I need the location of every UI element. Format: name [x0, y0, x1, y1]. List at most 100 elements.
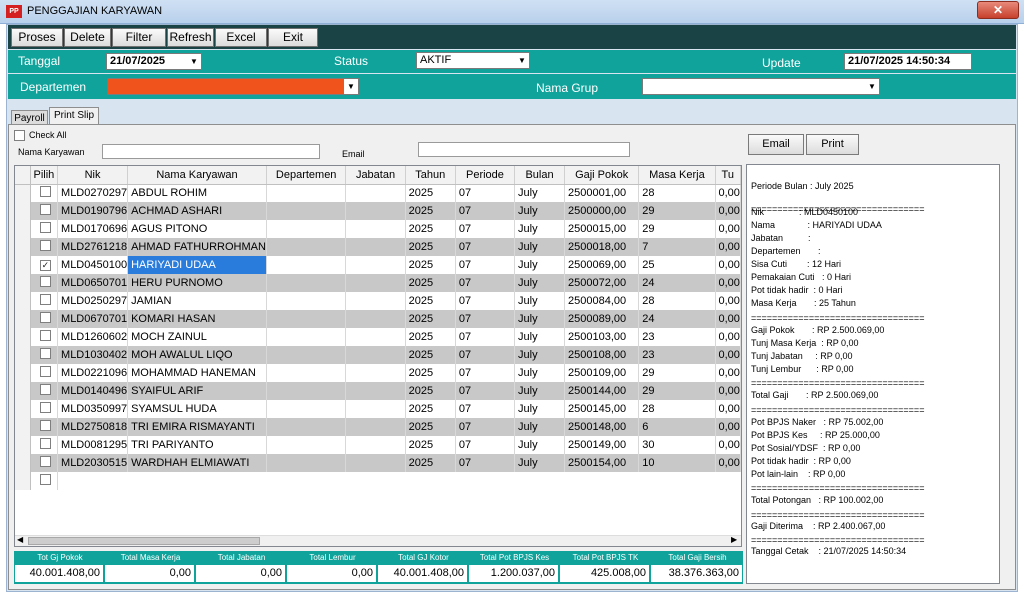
table-row[interactable]: MLD2761218 AHMAD FATHURROHMAN 2025 07 July 25… [15, 238, 741, 256]
tahun-cell[interactable]: 2025 [405, 436, 456, 454]
refresh-button[interactable]: Refresh [167, 28, 214, 47]
jabatan-cell[interactable] [345, 220, 406, 238]
masa-kerja-cell[interactable]: 24 [638, 274, 716, 292]
email-field[interactable] [418, 142, 630, 157]
masa-kerja-cell[interactable]: 28 [638, 400, 716, 418]
row-checkbox[interactable]: ✓ [39, 260, 51, 271]
tunj-cell[interactable]: 0,00 [715, 310, 741, 328]
row-checkbox[interactable] [39, 474, 51, 485]
row-indicator[interactable] [15, 292, 31, 310]
column-header-masa-kerja[interactable]: Masa Kerja [638, 166, 716, 185]
tunj-cell[interactable]: 0,00 [715, 346, 741, 364]
nik-cell[interactable]: MLD0350997 [57, 400, 129, 418]
masa-kerja-cell[interactable]: 30 [638, 436, 716, 454]
table-row[interactable]: MLD0081295 TRI PARIYANTO 2025 07 July 2500149… [15, 436, 741, 454]
jabatan-cell[interactable] [345, 400, 406, 418]
row-checkbox[interactable] [39, 420, 51, 431]
departemen-cell[interactable] [266, 292, 347, 310]
jabatan-cell[interactable] [345, 274, 406, 292]
nama-cell[interactable]: JAMIAN [127, 292, 267, 310]
row-indicator[interactable] [15, 382, 31, 400]
row-checkbox[interactable] [39, 240, 51, 251]
gaji-pokok-cell[interactable]: 2500154,00 [564, 454, 640, 472]
masa-kerja-cell[interactable]: 7 [638, 238, 716, 256]
periode-cell[interactable]: 07 [455, 238, 516, 256]
nik-cell[interactable]: MLD0221096 [57, 364, 129, 382]
nama-cell[interactable]: AGUS PITONO [127, 220, 267, 238]
row-indicator[interactable] [15, 400, 31, 418]
row-indicator[interactable] [15, 418, 31, 436]
tahun-cell[interactable]: 2025 [405, 310, 456, 328]
periode-cell[interactable]: 07 [455, 274, 516, 292]
departemen-cell[interactable] [266, 436, 347, 454]
table-row[interactable]: MLD0221096 MOHAMMAD HANEMAN 2025 07 July 2500… [15, 364, 741, 382]
jabatan-cell[interactable] [345, 256, 406, 274]
tahun-cell[interactable]: 2025 [405, 220, 456, 238]
update-field[interactable]: 21/07/2025 14:50:34 [844, 53, 972, 70]
nik-cell[interactable]: MLD1260602 [57, 328, 129, 346]
tahun-cell[interactable]: 2025 [405, 274, 456, 292]
table-row[interactable]: MLD0670701 KOMARI HASAN 2025 07 July 2500089,… [15, 310, 741, 328]
periode-cell[interactable]: 07 [455, 310, 516, 328]
tunj-cell[interactable]: 0,00 [715, 454, 741, 472]
tunj-cell[interactable]: 0,00 [715, 436, 741, 454]
jabatan-cell[interactable] [345, 238, 406, 256]
bulan-cell[interactable]: July [514, 454, 566, 472]
masa-kerja-cell[interactable]: 10 [638, 454, 716, 472]
bulan-cell[interactable]: July [514, 202, 566, 220]
close-window-button[interactable]: ✕ [977, 1, 1019, 19]
scroll-left-icon[interactable]: ◀ [17, 535, 23, 544]
departemen-cell[interactable] [266, 454, 347, 472]
jabatan-cell[interactable] [345, 346, 406, 364]
departemen-cell[interactable] [266, 202, 347, 220]
tahun-cell[interactable]: 2025 [405, 346, 456, 364]
row-indicator[interactable] [15, 184, 31, 202]
row-indicator[interactable] [15, 310, 31, 328]
tanggal-date-picker[interactable]: 21/07/2025 ▼ [106, 53, 202, 70]
periode-cell[interactable]: 07 [455, 184, 516, 202]
departemen-cell[interactable] [266, 418, 347, 436]
row-checkbox[interactable] [39, 438, 51, 449]
departemen-cell[interactable] [266, 382, 347, 400]
gaji-pokok-cell[interactable]: 2500000,00 [564, 202, 640, 220]
gaji-pokok-cell[interactable]: 2500145,00 [564, 400, 640, 418]
table-row[interactable]: MLD0170696 AGUS PITONO 2025 07 July 2500015,0… [15, 220, 741, 238]
nama-karyawan-field[interactable] [102, 144, 320, 159]
nik-cell[interactable]: MLD1030402 [57, 346, 129, 364]
column-header-nama-karyawan[interactable]: Nama Karyawan [127, 166, 267, 185]
gaji-pokok-cell[interactable]: 2500148,00 [564, 418, 640, 436]
tunj-cell[interactable]: 0,00 [715, 256, 741, 274]
delete-button[interactable]: Delete [64, 28, 111, 47]
row-checkbox[interactable] [39, 402, 51, 413]
tahun-cell[interactable]: 2025 [405, 292, 456, 310]
column-header-jabatan[interactable]: Jabatan [345, 166, 406, 185]
jabatan-cell[interactable] [345, 454, 406, 472]
row-checkbox[interactable] [39, 204, 51, 215]
tunj-cell[interactable]: 0,00 [715, 364, 741, 382]
table-row[interactable]: MLD0140496 SYAIFUL ARIF 2025 07 July 2500144,… [15, 382, 741, 400]
departemen-cell[interactable] [266, 400, 347, 418]
nama-cell[interactable]: HERU PURNOMO [127, 274, 267, 292]
departemen-cell[interactable] [266, 184, 347, 202]
bulan-cell[interactable]: July [514, 256, 566, 274]
nama-cell[interactable]: SYAMSUL HUDA [127, 400, 267, 418]
tunj-cell[interactable]: 0,00 [715, 328, 741, 346]
nama-cell[interactable]: HARIYADI UDAA [127, 256, 267, 274]
tunj-cell[interactable]: 0,00 [715, 220, 741, 238]
filter-button[interactable]: Filter [112, 28, 166, 47]
nama-cell[interactable]: MOHAMMAD HANEMAN [127, 364, 267, 382]
tunj-cell[interactable]: 0,00 [715, 274, 741, 292]
periode-cell[interactable]: 07 [455, 418, 516, 436]
table-row[interactable]: MLD0350997 SYAMSUL HUDA 2025 07 July 2500145,… [15, 400, 741, 418]
column-header-bulan[interactable]: Bulan [514, 166, 566, 185]
tahun-cell[interactable]: 2025 [405, 400, 456, 418]
table-row[interactable]: MLD0650701 HERU PURNOMO 2025 07 July 2500072,… [15, 274, 741, 292]
employee-grid[interactable]: Pilih Nik Nama Karyawan Departemen Jabat… [14, 165, 742, 547]
bulan-cell[interactable]: July [514, 292, 566, 310]
nama-cell[interactable]: ACHMAD ASHARI [127, 202, 267, 220]
gaji-pokok-cell[interactable]: 2500069,00 [564, 256, 640, 274]
bulan-cell[interactable]: July [514, 220, 566, 238]
row-checkbox[interactable] [39, 186, 51, 198]
gaji-pokok-cell[interactable]: 2500108,00 [564, 346, 640, 364]
row-checkbox[interactable] [39, 294, 51, 305]
